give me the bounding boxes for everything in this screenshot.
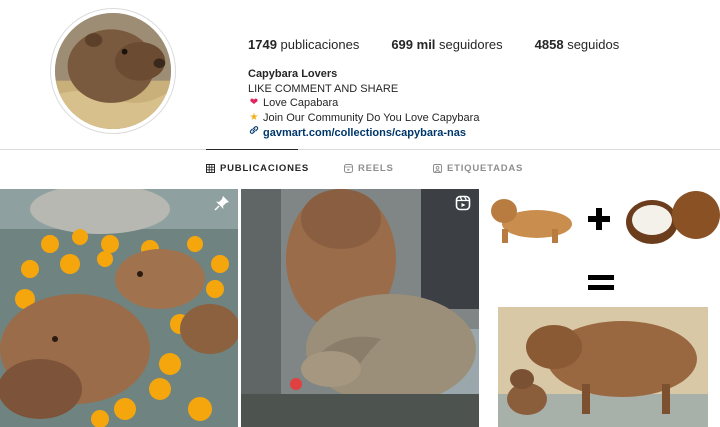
star-icon: ★: [249, 111, 259, 123]
link-icon: [248, 125, 260, 141]
tab-publicaciones[interactable]: PUBLICACIONES: [206, 163, 309, 174]
posts-stat: 1749 publicaciones: [248, 37, 359, 52]
profile-bio: Capybara Lovers LIKE COMMENT AND SHARE ❤…: [248, 67, 479, 141]
followers-stat[interactable]: 699 mil seguidores: [391, 37, 502, 52]
tagged-icon: [433, 164, 442, 173]
avatar-image: [55, 13, 171, 129]
capybaras-bath-image: [0, 189, 238, 427]
bio-link[interactable]: gavmart.com/collections/capybara-nas: [263, 126, 466, 141]
following-count: 4858: [534, 37, 564, 52]
profile-avatar[interactable]: [50, 8, 176, 134]
tab-etiquetadas[interactable]: ETIQUETADAS: [433, 163, 523, 174]
active-tab-indicator: [206, 149, 298, 150]
following-label: seguidos: [567, 37, 620, 52]
followers-label: seguidores: [439, 37, 503, 52]
capybara-tortoise-image: [241, 189, 479, 427]
post-thumbnail-3[interactable]: [482, 189, 720, 427]
posts-label: publicaciones: [280, 37, 360, 52]
reels-icon: [344, 164, 353, 173]
bio-line-1: LIKE COMMENT AND SHARE: [248, 82, 399, 95]
post-thumbnail-1[interactable]: [0, 189, 238, 427]
profile-name: Capybara Lovers: [248, 68, 338, 80]
grid-icon: [206, 164, 215, 173]
bio-line-3: ★ Join Our Community Do You Love Capybar…: [248, 111, 480, 126]
tabs-divider: [0, 149, 720, 150]
pinned-icon: [214, 195, 230, 211]
tab-label: REELS: [358, 163, 394, 174]
tab-label: ETIQUETADAS: [447, 163, 524, 174]
tab-label: PUBLICACIONES: [220, 163, 310, 174]
dog-coconut-capybara-image: [482, 189, 720, 427]
followers-count: 699 mil: [391, 37, 436, 52]
bio-line-2-text: Love Capabara: [263, 97, 339, 109]
bio-line-2: ❤ Love Capabara: [248, 96, 479, 111]
following-stat[interactable]: 4858 seguidos: [535, 37, 620, 52]
profile-tabs: PUBLICACIONES REELS ETIQUETADAS: [0, 163, 720, 177]
bio-link-row[interactable]: gavmart.com/collections/capybara-nas: [248, 125, 479, 141]
posts-count: 1749: [248, 37, 277, 52]
heart-icon: ❤: [249, 97, 259, 108]
profile-stats: 1749 publicaciones 699 mil seguidores 48…: [248, 37, 651, 52]
reel-icon: [455, 195, 471, 211]
tab-reels[interactable]: REELS: [344, 163, 394, 174]
bio-line-3-text: Join Our Community Do You Love Capybara: [263, 111, 480, 124]
post-thumbnail-2[interactable]: [241, 189, 479, 427]
